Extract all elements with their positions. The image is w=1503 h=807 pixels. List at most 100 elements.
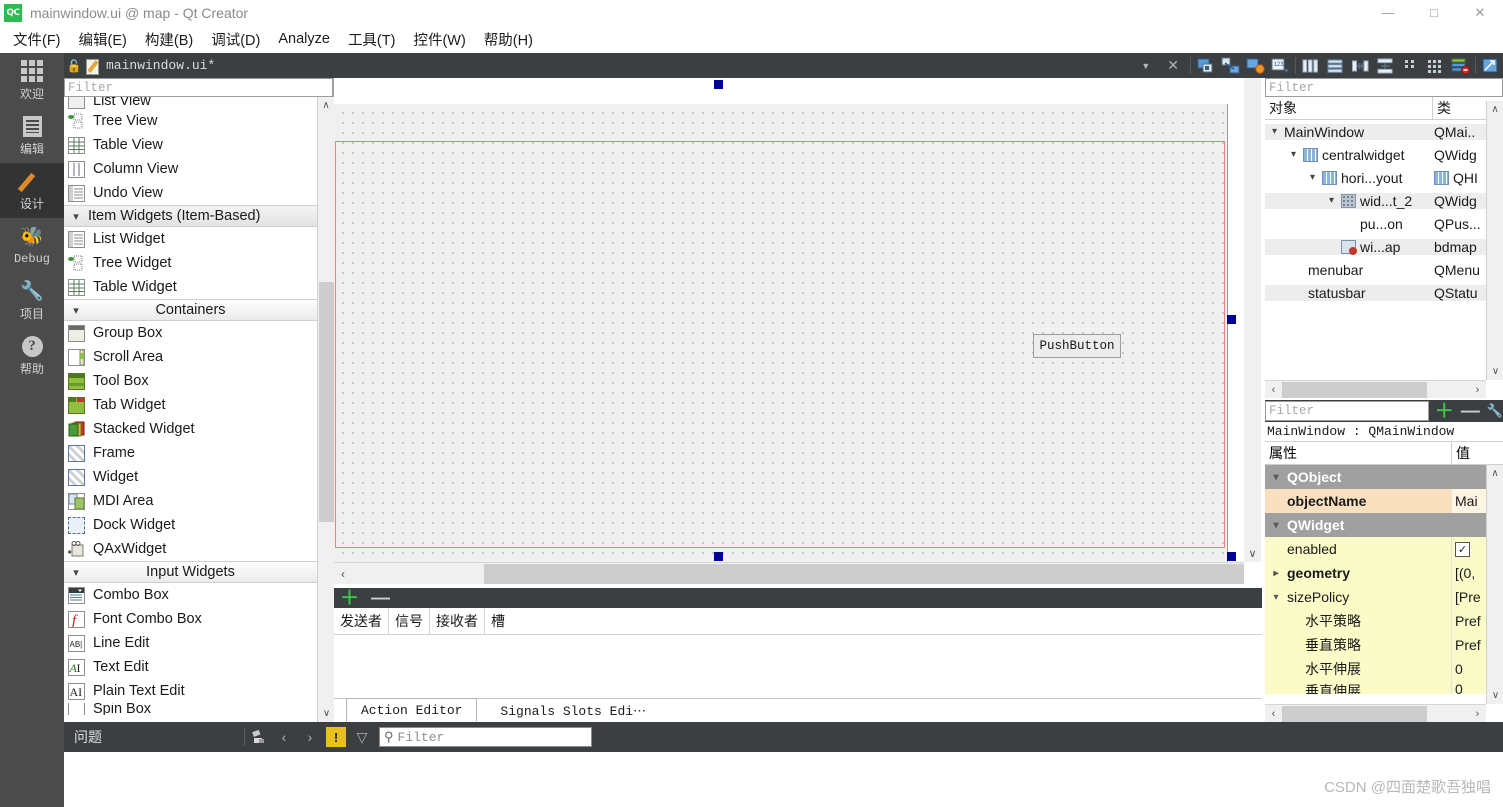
open-document-combo[interactable]: mainwindow.ui* [106, 58, 215, 73]
menu-edit[interactable]: 编辑(E) [70, 26, 136, 53]
chevron-down-icon[interactable]: ▾ [1265, 472, 1287, 483]
widget-item-mdi-area[interactable]: MDI Area [64, 489, 317, 513]
widget-item-qax-widget[interactable]: QAxWidget [64, 537, 317, 561]
widget-item-widget[interactable]: Widget [64, 465, 317, 489]
widget-item-tree-view[interactable]: Tree View [64, 109, 317, 133]
configure-property-icon[interactable]: 🔧 [1487, 403, 1503, 419]
chevron-down-icon[interactable]: ▾ [1265, 520, 1287, 531]
tree-row-widget-map[interactable]: wi...ap bdmap [1265, 235, 1486, 258]
chevron-down-icon[interactable]: ▾ [1322, 195, 1341, 206]
scroll-down-arrow[interactable]: ∨ [318, 705, 335, 722]
property-group-qobject[interactable]: ▾ QObject [1265, 465, 1486, 489]
object-inspector-scrollbar[interactable]: ∧ ∨ [1486, 101, 1503, 380]
hscroll-track[interactable] [1282, 381, 1469, 399]
property-vertical-stretch[interactable]: 垂直伸展 0 [1265, 681, 1486, 694]
property-objectname[interactable]: objectName Mai [1265, 489, 1486, 513]
widget-item-plain-text-edit[interactable]: AI Plain Text Edit [64, 679, 317, 703]
mode-debug[interactable]: 🐝 Debug [0, 218, 64, 273]
close-button[interactable]: ✕ [1457, 0, 1503, 25]
issues-filter-input[interactable]: ⚲ Filter [379, 727, 592, 747]
property-value[interactable]: Pref [1452, 633, 1486, 657]
widget-item-frame[interactable]: Frame [64, 441, 317, 465]
hscroll-thumb[interactable] [1282, 381, 1427, 398]
widget-item-spin-box[interactable]: Spin Box [64, 703, 317, 715]
chevron-down-icon[interactable]: ▾ [1265, 126, 1284, 137]
object-inspector-hscrollbar[interactable]: ‹ › [1265, 380, 1486, 398]
mode-help[interactable]: ? 帮助 [0, 328, 64, 383]
tab-signals-slots-editor[interactable]: Signals Slots Edi⋯ [486, 700, 661, 722]
widget-item-scroll-area[interactable]: Scroll Area [64, 345, 317, 369]
scroll-up-arrow[interactable]: ∧ [1487, 101, 1503, 118]
widget-category-item-widgets[interactable]: ▾ Item Widgets (Item-Based) [64, 205, 317, 227]
widget-item-combo-box[interactable]: Combo Box [64, 583, 317, 607]
scrollbar-thumb[interactable] [319, 282, 334, 522]
scroll-down-arrow[interactable]: ∨ [1487, 687, 1503, 704]
widget-item-dock-widget[interactable]: Dock Widget [64, 513, 317, 537]
property-value[interactable]: [Pre [1452, 585, 1486, 609]
pushbutton-widget[interactable]: PushButton [1033, 334, 1121, 358]
adjust-size-icon[interactable] [1479, 55, 1502, 76]
tree-row-centralwidget[interactable]: ▾ centralwidget QWidg [1265, 143, 1486, 166]
widget-item-table-view[interactable]: Table View [64, 133, 317, 157]
selection-handle-top[interactable] [714, 80, 723, 89]
object-inspector-filter-input[interactable]: Filter [1265, 78, 1503, 97]
maximize-button[interactable]: □ [1411, 0, 1457, 25]
widget-item-group-box[interactable]: Group Box [64, 321, 317, 345]
layout-horizontal-splitter-icon[interactable] [1349, 55, 1372, 76]
property-value[interactable]: 0 [1452, 657, 1486, 681]
widget-item-table-widget[interactable]: Table Widget [64, 275, 317, 299]
menu-widgets[interactable]: 控件(W) [404, 26, 474, 53]
property-value[interactable]: Mai [1452, 489, 1486, 513]
hscroll-right-arrow[interactable]: › [1469, 708, 1486, 720]
menu-tools[interactable]: 工具(T) [339, 26, 405, 53]
widget-item-tab-widget[interactable]: Tab Widget [64, 393, 317, 417]
menu-analyze[interactable]: Analyze [269, 28, 339, 50]
remove-connection-button[interactable]: — [371, 589, 390, 608]
column-object[interactable]: 对象 [1265, 97, 1433, 119]
mode-projects[interactable]: 🔧 项目 [0, 273, 64, 328]
widget-item-list-view[interactable]: List View [64, 97, 317, 109]
hscroll-thumb[interactable] [1282, 705, 1427, 722]
selection-handle-bottom-right[interactable] [1227, 552, 1236, 561]
layout-vertically-icon[interactable] [1324, 55, 1347, 76]
remove-property-button[interactable]: — [1461, 402, 1480, 421]
widget-item-column-view[interactable]: Column View [64, 157, 317, 181]
selection-handle-right-middle[interactable] [1227, 315, 1236, 324]
previous-issue-icon[interactable]: ‹ [271, 729, 297, 745]
widget-item-text-edit[interactable]: AI Text Edit [64, 655, 317, 679]
property-geometry[interactable]: ▸ geometry [(0, [1265, 561, 1486, 585]
tab-action-editor[interactable]: Action Editor [346, 698, 478, 722]
widget-category-input-widgets[interactable]: ▾ Input Widgets [64, 561, 317, 583]
mode-welcome[interactable]: 欢迎 [0, 53, 64, 108]
scroll-up-arrow[interactable]: ∧ [1487, 465, 1503, 482]
edit-buddies-icon[interactable] [1244, 55, 1267, 76]
chevron-down-icon[interactable]: ▾ [1284, 149, 1303, 160]
canvas-vscroll-down-arrow[interactable]: ∨ [1244, 545, 1261, 562]
form-canvas-area[interactable]: PushButton [334, 78, 1260, 588]
canvas-vertical-scrollbar[interactable]: ∨ [1244, 78, 1261, 562]
widget-box-filter-input[interactable]: Filter [64, 78, 333, 97]
property-vertical-policy[interactable]: 垂直策略 Pref [1265, 633, 1486, 657]
widget-item-stacked-widget[interactable]: Stacked Widget [64, 417, 317, 441]
chevron-down-icon[interactable]: ▼ [1133, 61, 1158, 71]
lock-icon[interactable]: 🔓 [64, 59, 84, 73]
break-layout-icon[interactable] [1449, 55, 1472, 76]
scroll-up-arrow[interactable]: ∧ [318, 97, 334, 114]
widget-item-undo-view[interactable]: Undo View [64, 181, 317, 205]
layout-vertical-splitter-icon[interactable] [1374, 55, 1397, 76]
layout-form-icon[interactable] [1399, 55, 1422, 76]
menu-debug[interactable]: 调试(D) [202, 26, 269, 53]
column-sender[interactable]: 发送者 [334, 607, 389, 635]
property-group-qwidget[interactable]: ▾ QWidget [1265, 513, 1486, 537]
mode-design[interactable]: 设计 [0, 163, 64, 218]
add-connection-button[interactable]: ＋ [340, 589, 359, 608]
property-value[interactable]: [(0, [1452, 561, 1486, 585]
hscroll-left-arrow[interactable]: ‹ [1265, 384, 1282, 396]
hscroll-left-arrow[interactable]: ‹ [1265, 708, 1282, 720]
tree-row-mainwindow[interactable]: ▾ MainWindow QMai.. [1265, 120, 1486, 143]
menu-file[interactable]: 文件(F) [4, 26, 70, 53]
widget-item-list-widget[interactable]: List Widget [64, 227, 317, 251]
column-signal[interactable]: 信号 [389, 607, 430, 635]
property-value[interactable]: Pref [1452, 609, 1486, 633]
selection-handle-bottom-middle[interactable] [714, 552, 723, 561]
